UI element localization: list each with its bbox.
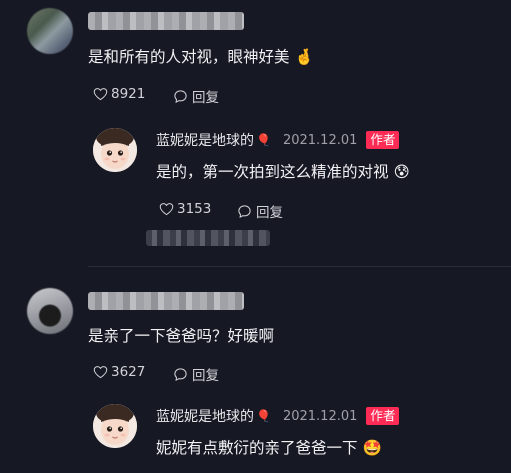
comment-divider xyxy=(88,266,511,267)
anxious-face-emoji: 😰 xyxy=(393,163,410,181)
commenter-avatar[interactable] xyxy=(27,8,73,54)
author-avatar[interactable] xyxy=(93,128,137,172)
reply-reply-button[interactable]: 回复 xyxy=(237,201,283,221)
heart-icon xyxy=(93,88,108,101)
reply-button[interactable]: 回复 xyxy=(173,86,219,106)
author-name[interactable]: 蓝妮妮是地球的 xyxy=(156,130,254,150)
reply-label: 回复 xyxy=(192,90,219,106)
child-portrait-icon xyxy=(93,404,137,448)
fingers-crossed-emoji: 🤞 xyxy=(294,48,314,66)
author-badge: 作者 xyxy=(366,407,400,425)
heart-icon xyxy=(159,203,174,216)
reply-body: 妮妮有点敷衍的亲了爸爸一下 xyxy=(156,439,358,457)
heart-icon xyxy=(93,366,108,379)
star-struck-emoji: 🤩 xyxy=(362,439,382,457)
reply-label: 回复 xyxy=(256,205,283,221)
reply-like-button[interactable]: 3153 xyxy=(159,201,211,217)
like-count: 3627 xyxy=(111,364,146,380)
balloon-emoji: 🎈 xyxy=(256,409,271,423)
comment-body: 是亲了一下爸爸吗？好暖啊 xyxy=(88,327,275,345)
reply-text: 妮妮有点敷衍的亲了爸爸一下 🤩 xyxy=(156,436,382,458)
comment-text: 是和所有的人对视，眼神好美 🤞 xyxy=(88,45,314,67)
child-portrait-icon xyxy=(93,128,137,172)
comment-text: 是亲了一下爸爸吗？好暖啊 xyxy=(88,324,274,346)
comment-body: 是和所有的人对视，眼神好美 xyxy=(88,48,290,66)
like-count: 8921 xyxy=(111,86,146,102)
reply-label: 回复 xyxy=(192,368,219,384)
speech-bubble-icon xyxy=(174,89,187,103)
reply-header: 蓝妮妮是地球的 🎈 2021.12.01 作者 xyxy=(156,406,400,426)
balloon-emoji: 🎈 xyxy=(256,133,271,147)
reply-body: 是的，第一次拍到这么精准的对视 xyxy=(156,163,389,181)
collapsed-reply-redacted[interactable] xyxy=(146,230,270,246)
commenter-name-redacted[interactable] xyxy=(88,292,244,310)
commenter-name-redacted[interactable] xyxy=(88,12,244,30)
like-button[interactable]: 3627 xyxy=(93,364,145,380)
author-badge: 作者 xyxy=(366,131,400,149)
speech-bubble-icon xyxy=(238,204,251,218)
reply-button[interactable]: 回复 xyxy=(173,364,219,384)
author-name[interactable]: 蓝妮妮是地球的 xyxy=(156,406,254,426)
like-button[interactable]: 8921 xyxy=(93,86,145,102)
speech-bubble-icon xyxy=(174,367,187,381)
like-count: 3153 xyxy=(177,201,212,217)
commenter-avatar[interactable] xyxy=(27,288,73,334)
author-avatar[interactable] xyxy=(93,404,137,448)
reply-date: 2021.12.01 xyxy=(282,408,358,424)
reply-text: 是的，第一次拍到这么精准的对视 😰 xyxy=(156,160,410,182)
reply-header: 蓝妮妮是地球的 🎈 2021.12.01 作者 xyxy=(156,130,400,150)
reply-date: 2021.12.01 xyxy=(282,132,358,148)
